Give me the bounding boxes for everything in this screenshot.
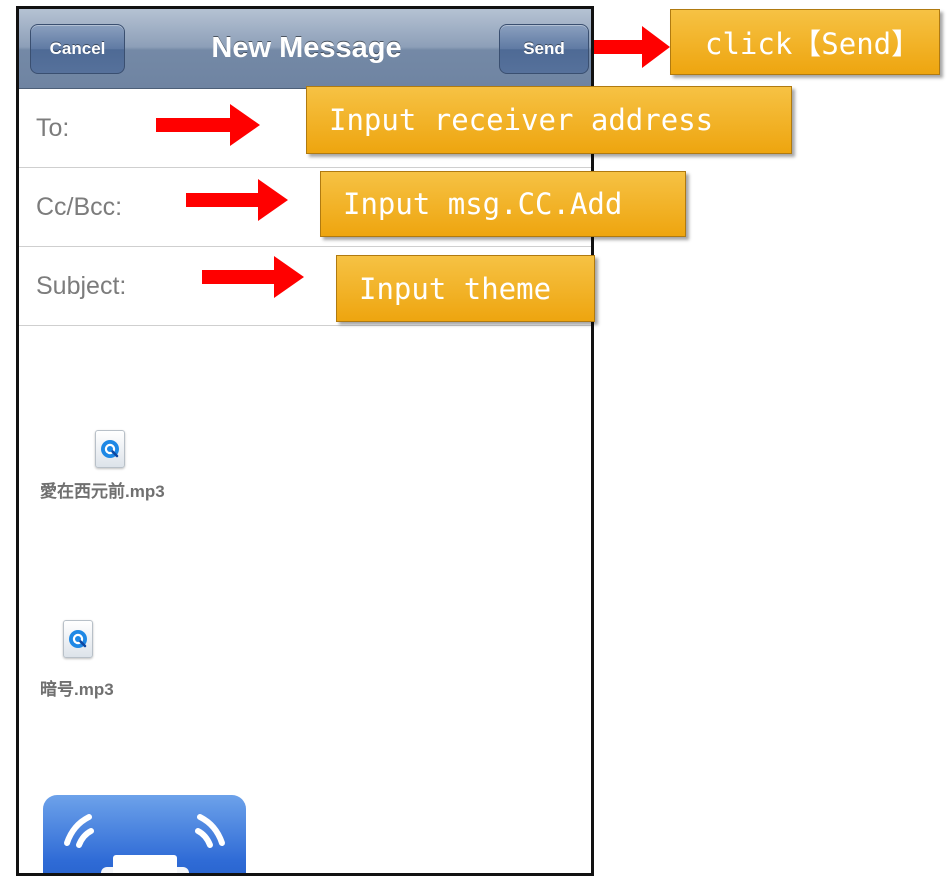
- quicktime-file-icon: [63, 620, 93, 658]
- annotation-subject: Input theme: [336, 255, 595, 322]
- arrow-cc: [186, 179, 288, 221]
- cancel-button[interactable]: Cancel: [30, 24, 125, 74]
- wifi-printer-app-icon[interactable]: [43, 795, 246, 873]
- annotation-to: Input receiver address: [306, 86, 792, 154]
- arrow-subject: [202, 256, 304, 298]
- arrow-to: [156, 104, 260, 146]
- subject-label: Subject:: [36, 272, 127, 300]
- attachment-item[interactable]: 暗号.mp3: [37, 620, 237, 710]
- send-button[interactable]: Send: [499, 24, 589, 74]
- navigation-bar: Cancel New Message Send: [19, 9, 591, 89]
- arrow-send: [594, 26, 670, 68]
- attachment-filename: 暗号.mp3: [40, 680, 114, 699]
- annotation-cc: Input msg.CC.Add: [320, 171, 686, 237]
- page-title: New Message: [211, 32, 402, 64]
- attachment-filename: 愛在西元前.mp3: [40, 482, 165, 501]
- cc-bcc-label: Cc/Bcc:: [36, 193, 123, 221]
- to-label: To:: [36, 114, 70, 142]
- quicktime-file-icon: [95, 430, 125, 468]
- annotation-send: click【Send】: [670, 9, 940, 75]
- attachment-item[interactable]: 愛在西元前.mp3: [37, 430, 237, 520]
